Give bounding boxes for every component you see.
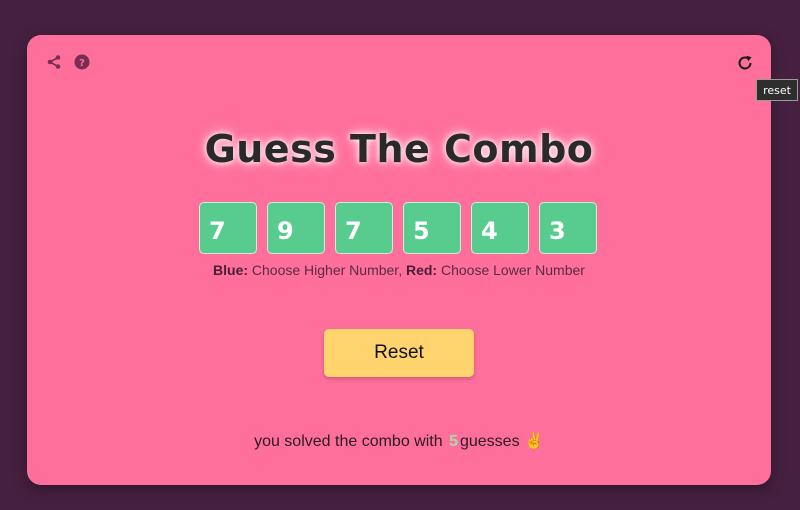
status-suffix: guesses [459, 433, 525, 450]
share-icon[interactable] [45, 53, 63, 71]
digit-box[interactable]: 4 [471, 202, 529, 254]
refresh-icon[interactable] [735, 53, 755, 73]
svg-text:?: ? [79, 58, 85, 69]
status-prefix: you solved the combo with [254, 433, 448, 450]
hint-blue-text: Choose Higher Number, [248, 262, 406, 278]
digit-box[interactable]: 3 [539, 202, 597, 254]
reset-button[interactable]: Reset [324, 329, 474, 377]
hint-red-text: Choose Lower Number [437, 262, 585, 278]
victory-hand-icon: ✌ [524, 433, 544, 450]
help-icon[interactable]: ? [73, 53, 91, 71]
digit-box[interactable]: 7 [199, 202, 257, 254]
digit-box[interactable]: 7 [335, 202, 393, 254]
reset-tooltip: reset [756, 79, 798, 101]
digit-box[interactable]: 9 [267, 202, 325, 254]
hint-red-label: Red: [405, 262, 438, 278]
hint-blue-label: Blue: [213, 262, 249, 278]
page-title: Guess The Combo [204, 127, 594, 171]
game-card: ? Guess The Combo 7 9 7 5 4 3 Blue: Choo… [27, 35, 771, 485]
digit-box[interactable]: 5 [403, 202, 461, 254]
hint-text: Blue: Choose Higher Number, Red: Choose … [27, 262, 771, 278]
digit-row: 7 9 7 5 4 3 [199, 202, 599, 256]
guess-count: 5 [449, 433, 458, 450]
status-message: you solved the combo with 5 guesses ✌ [27, 431, 771, 451]
